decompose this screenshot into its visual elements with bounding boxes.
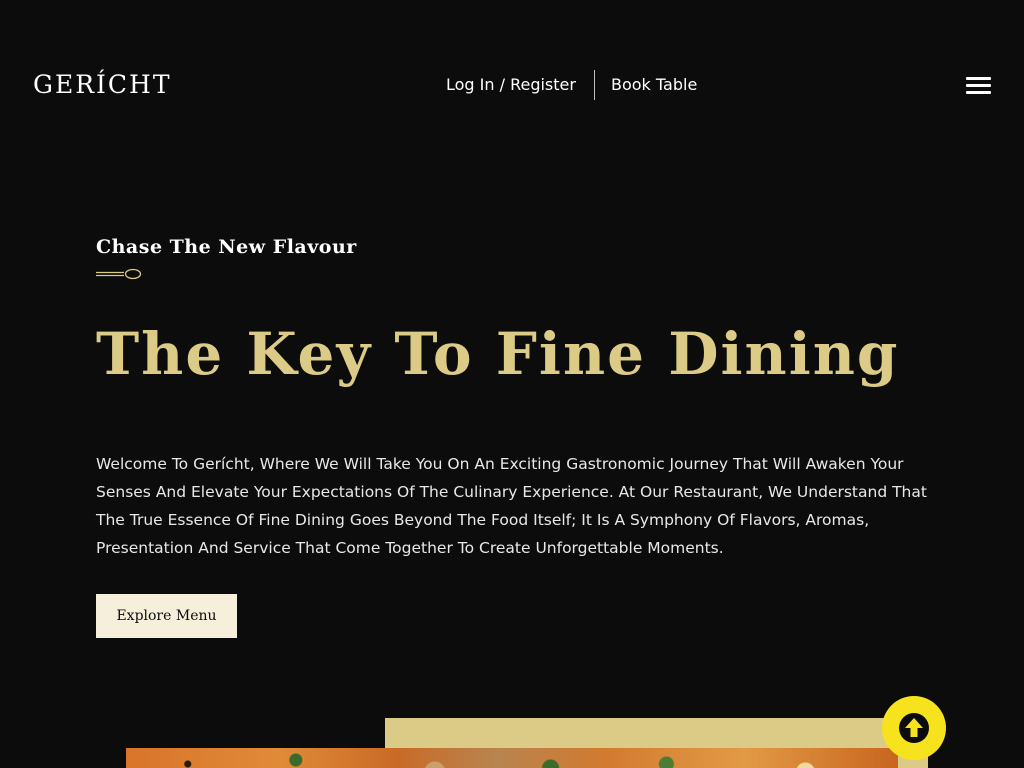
explore-menu-button[interactable]: Explore Menu	[96, 594, 237, 638]
hamburger-menu-icon[interactable]	[966, 76, 991, 95]
food-image	[126, 748, 898, 768]
spoon-icon	[96, 268, 142, 280]
login-register-link[interactable]: Log In / Register	[446, 75, 576, 94]
hero-title: The Key To Fine Dining	[96, 320, 900, 388]
hero-subtitle: Chase The New Flavour	[96, 236, 357, 258]
navbar: GERÍCHT Log In / Register Book Table	[0, 0, 1024, 170]
arrow-up-circle-icon	[899, 713, 929, 743]
book-table-link[interactable]: Book Table	[611, 75, 697, 94]
hero-description: Welcome To Gerícht, Where We Will Take Y…	[96, 455, 927, 557]
nav-divider	[594, 70, 595, 100]
logo[interactable]: GERÍCHT	[33, 70, 172, 99]
scroll-to-top-button[interactable]	[882, 696, 946, 760]
